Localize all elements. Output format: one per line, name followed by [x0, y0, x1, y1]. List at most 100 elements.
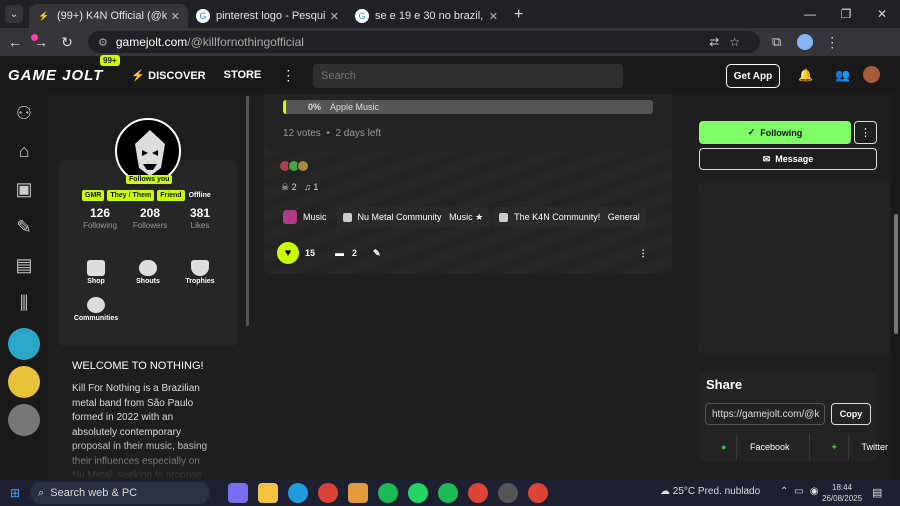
- library-icon[interactable]: ⫼: [0, 284, 48, 322]
- gamejolt-logo[interactable]: GAME JOLT: [8, 67, 103, 84]
- close-tab-icon[interactable]: ✕: [171, 10, 180, 23]
- taskbar-search[interactable]: ⌕ Search web & PC: [30, 482, 210, 504]
- community-avatar[interactable]: [8, 404, 40, 436]
- stat-following[interactable]: 126 Following: [75, 206, 125, 230]
- communities-button[interactable]: Communities: [70, 297, 122, 322]
- profile-stats: 126 Following 208 Followers 381 Likes: [75, 206, 225, 230]
- tag-gmr: GMR: [82, 190, 105, 201]
- store-link[interactable]: STORE: [224, 69, 262, 81]
- shop-button[interactable]: Shop: [70, 260, 122, 285]
- community-chips: Music Nu Metal Community Music ★ The K4N…: [277, 207, 646, 227]
- reactor-avatars[interactable]: [279, 160, 309, 172]
- url-field[interactable]: ⚙ gamejolt.com/@killfornothingofficial ⇄…: [88, 31, 760, 53]
- profile-avatar-icon[interactable]: [797, 34, 814, 50]
- friends-icon[interactable]: 👥: [835, 68, 850, 82]
- quests-icon[interactable]: ✎: [0, 208, 48, 246]
- bookmark-star-icon[interactable]: ⇄☆: [709, 35, 750, 49]
- shouts-button[interactable]: Shouts: [122, 260, 174, 285]
- copilot-icon[interactable]: [228, 483, 248, 503]
- windows-start-icon[interactable]: ⊞: [0, 486, 30, 500]
- chrome-icon[interactable]: [468, 483, 488, 503]
- edge-icon[interactable]: [288, 483, 308, 503]
- like-heart-icon[interactable]: ♥: [277, 242, 299, 264]
- sticker-icon[interactable]: ✎: [373, 248, 381, 259]
- following-button[interactable]: ✓ Following: [699, 121, 851, 144]
- trophy-icon: [191, 260, 209, 276]
- music-note-icon: ♫: [304, 182, 311, 192]
- gamejolt-favicon-icon: ⚡: [37, 9, 51, 23]
- whatsapp-icon[interactable]: [408, 483, 428, 503]
- minimize-icon[interactable]: —: [792, 0, 828, 28]
- back-icon[interactable]: ←: [2, 34, 28, 50]
- share-buttons: ● Facebook ✦ Twitter •••: [701, 434, 900, 460]
- new-tab-icon[interactable]: +: [514, 6, 523, 24]
- twitter-share-button[interactable]: ✦ Twitter: [810, 434, 900, 460]
- community-avatar[interactable]: [8, 366, 40, 398]
- search-input[interactable]: [313, 64, 623, 88]
- site-info-icon[interactable]: ⚙: [98, 36, 108, 49]
- notification-center-icon[interactable]: ▤: [872, 486, 882, 499]
- facebook-share-button[interactable]: ● Facebook: [701, 434, 811, 460]
- discover-link[interactable]: ⚡ DISCOVER: [131, 69, 205, 82]
- tab-search-button[interactable]: ⌄: [5, 5, 23, 23]
- browser-menu-icon[interactable]: ⋮: [825, 34, 839, 51]
- weather-widget[interactable]: ☁ 25°C Pred. nublado: [660, 486, 760, 497]
- chrome-icon[interactable]: [528, 483, 548, 503]
- window-controls: — ❐ ✕: [792, 0, 900, 28]
- chip-music[interactable]: Music: [277, 207, 333, 227]
- extensions-icon[interactable]: ⧉: [772, 34, 781, 50]
- browser-tab[interactable]: G se e 19 e 30 no brazil, que hora ✕: [347, 4, 506, 28]
- spotify-icon[interactable]: [438, 483, 458, 503]
- chip-k4n-community[interactable]: The K4N Community! General: [493, 207, 646, 227]
- facebook-icon: ●: [711, 434, 738, 460]
- store-icon[interactable]: ⌂: [0, 132, 48, 170]
- chrome-icon[interactable]: [318, 483, 338, 503]
- user-avatar[interactable]: [863, 66, 880, 83]
- poll-option[interactable]: 0% Apple Music: [283, 100, 653, 114]
- taskbar-clock[interactable]: 18:44 26/08/2025: [822, 482, 862, 504]
- trophies-button[interactable]: Trophies: [174, 260, 226, 285]
- close-tab-icon[interactable]: ✕: [330, 10, 339, 23]
- notification-dot: [31, 34, 38, 41]
- browser-tab-active[interactable]: ⚡ (99+) K4N Official (@killfornoth ✕: [29, 4, 188, 28]
- stat-likes[interactable]: 381 Likes: [175, 206, 225, 230]
- browser-tab[interactable]: G pinterest logo - Pesquisa Googl ✕: [188, 4, 347, 28]
- scroll-thumb[interactable]: [894, 214, 898, 334]
- more-menu-icon[interactable]: ⋮: [281, 67, 295, 84]
- restore-icon[interactable]: ❐: [828, 0, 864, 28]
- tag-pronouns: They / Them: [107, 190, 155, 201]
- system-tray-icons[interactable]: ⌃▭◉: [780, 486, 825, 497]
- post-card: 0% Apple Music 12 votes • 2 days left ☠ …: [264, 94, 672, 274]
- share-title: Share: [706, 377, 743, 392]
- profile-more-icon[interactable]: ⋮: [854, 121, 877, 144]
- taskbar-apps: [228, 483, 548, 503]
- chip-nu-metal[interactable]: Nu Metal Community Music ★: [336, 207, 490, 227]
- comment-icon[interactable]: ▬: [335, 248, 344, 258]
- emoji-reaction-icon: ☠: [281, 182, 290, 192]
- close-tab-icon[interactable]: ✕: [489, 10, 498, 23]
- steam-icon[interactable]: [498, 483, 518, 503]
- windows-taskbar: ⊞ ⌕ Search web & PC: [0, 480, 900, 506]
- cloud-icon: ☁: [660, 486, 670, 497]
- message-button[interactable]: ✉ Message: [699, 148, 877, 170]
- get-app-button[interactable]: Get App: [726, 64, 780, 88]
- backpack-icon[interactable]: ▣: [0, 170, 48, 208]
- community-avatar[interactable]: [8, 328, 40, 360]
- sidebar-scrollbar[interactable]: [246, 96, 249, 326]
- share-url-field[interactable]: https://gamejolt.com/@k: [705, 403, 825, 425]
- close-window-icon[interactable]: ✕: [864, 0, 900, 28]
- stat-followers[interactable]: 208 Followers: [125, 206, 175, 230]
- page-scrollbar[interactable]: [892, 94, 900, 480]
- follows-you-badge: Follows you: [126, 175, 173, 184]
- notifications-bell-icon[interactable]: 🔔: [798, 68, 813, 82]
- star-icon: ★: [475, 211, 484, 222]
- app-icon[interactable]: [348, 483, 368, 503]
- copy-button[interactable]: Copy: [831, 403, 871, 425]
- chat-icon[interactable]: ▤: [0, 246, 48, 284]
- spotify-icon[interactable]: [378, 483, 398, 503]
- activity-icon[interactable]: ⚇: [0, 94, 48, 132]
- emoji-reactions[interactable]: ☠ 2 ♫ 1: [281, 182, 318, 193]
- reload-icon[interactable]: ↻: [54, 34, 80, 51]
- post-menu-icon[interactable]: ⋮: [639, 248, 648, 259]
- file-explorer-icon[interactable]: [258, 483, 278, 503]
